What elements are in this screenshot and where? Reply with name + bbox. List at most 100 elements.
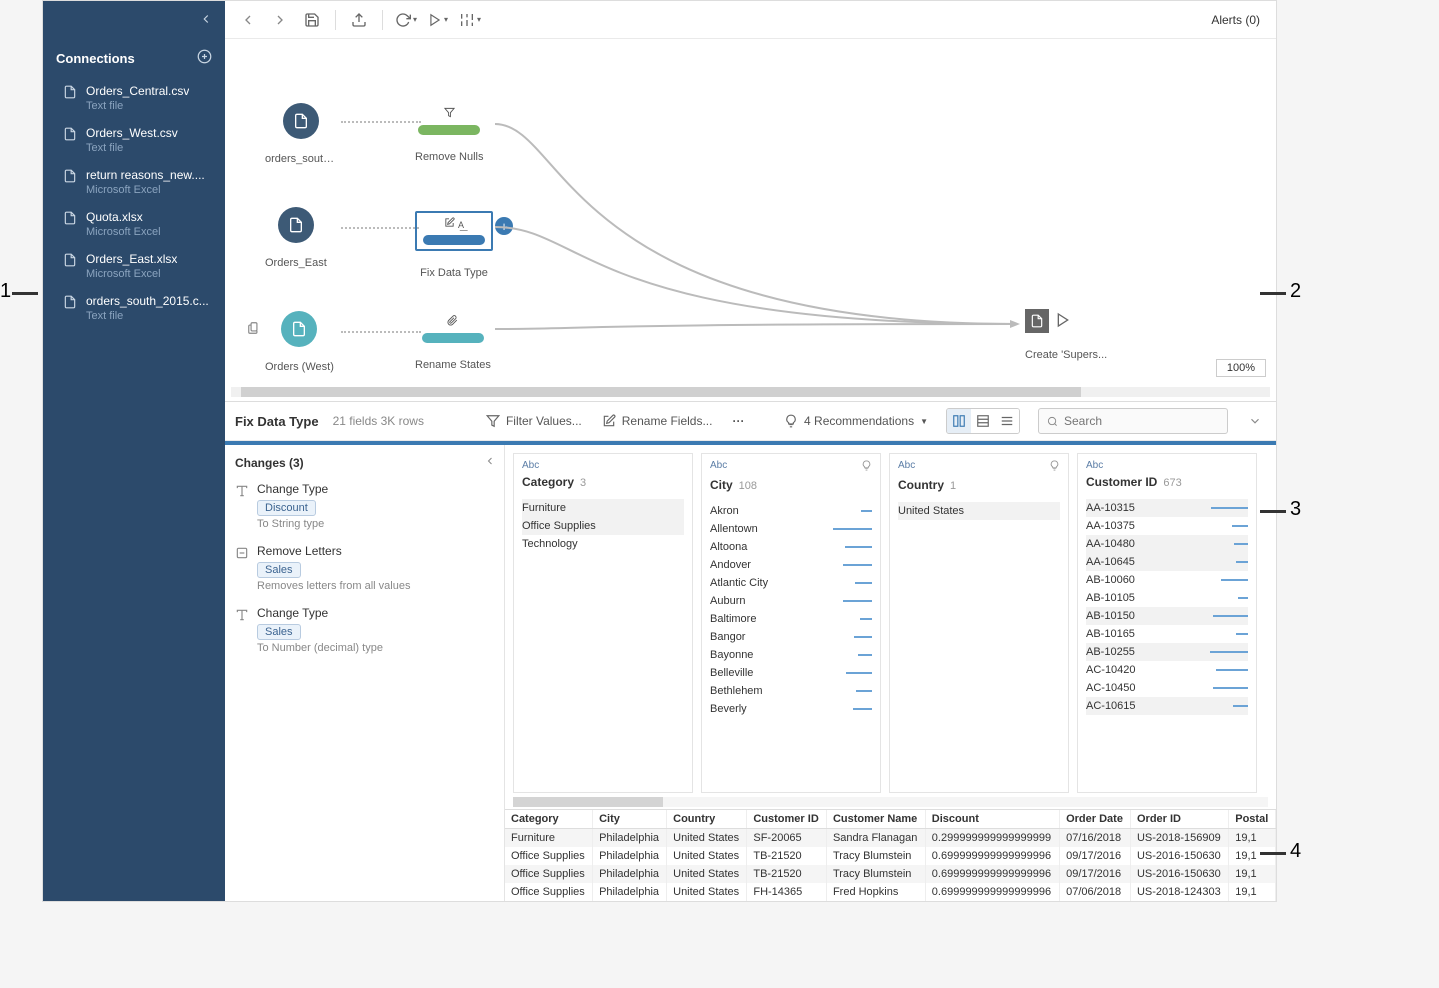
step-subtitle: 21 fields 3K rows	[333, 414, 424, 428]
profile-card[interactable]: Abc Customer ID673 AA-10315AA-10375AA-10…	[1077, 453, 1257, 793]
settings-sliders-button[interactable]: ▾	[457, 7, 483, 33]
grid-header[interactable]: Order Date	[1060, 810, 1131, 829]
add-connection-icon[interactable]	[197, 49, 212, 67]
annotation-2: 2	[1290, 280, 1301, 303]
profile-value[interactable]: Akron	[710, 502, 872, 520]
profile-value[interactable]: Office Supplies	[522, 517, 684, 535]
profile-scrollbar[interactable]	[513, 797, 1268, 807]
view-list-icon[interactable]	[971, 409, 995, 433]
grid-header[interactable]: Discount	[925, 810, 1059, 829]
connection-item[interactable]: Quota.xlsxMicrosoft Excel	[43, 203, 225, 245]
grid-header[interactable]: City	[593, 810, 667, 829]
rename-fields-button[interactable]: Rename Fields...	[596, 412, 719, 430]
grid-header[interactable]: Customer ID	[747, 810, 827, 829]
change-item[interactable]: Remove LettersSalesRemoves letters from …	[235, 544, 496, 592]
run-output-icon[interactable]	[1055, 312, 1071, 331]
grid-header[interactable]: Country	[667, 810, 747, 829]
profile-value[interactable]: Beverly	[710, 700, 872, 718]
collapse-changes-icon[interactable]	[484, 455, 496, 470]
table-row[interactable]: Office SuppliesPhiladelphiaUnited States…	[505, 847, 1276, 865]
step-toolbar: Fix Data Type 21 fields 3K rows Filter V…	[225, 401, 1276, 441]
profile-value[interactable]: AA-10645	[1086, 553, 1248, 571]
flow-input-node[interactable]: orders_south_...	[265, 103, 337, 165]
profile-value[interactable]: AB-10165	[1086, 625, 1248, 643]
alerts-indicator[interactable]: Alerts (0)	[1211, 13, 1266, 27]
more-options-button[interactable]: ···	[726, 412, 750, 430]
profile-value[interactable]: AA-10480	[1086, 535, 1248, 553]
filter-values-button[interactable]: Filter Values...	[480, 412, 588, 430]
grid-header[interactable]: Category	[505, 810, 593, 829]
profile-value[interactable]: AA-10315	[1086, 499, 1248, 517]
profile-value[interactable]: Belleville	[710, 664, 872, 682]
publish-button[interactable]	[346, 7, 372, 33]
profile-value[interactable]: AB-10105	[1086, 589, 1248, 607]
profile-value[interactable]: Andover	[710, 556, 872, 574]
flow-input-node[interactable]: Orders (West)	[265, 311, 334, 373]
connection-item[interactable]: return reasons_new....Microsoft Excel	[43, 161, 225, 203]
profile-value[interactable]: Atlantic City	[710, 574, 872, 592]
profile-value[interactable]: Altoona	[710, 538, 872, 556]
change-item[interactable]: Change TypeSalesTo Number (decimal) type	[235, 606, 496, 654]
main: ▾ ▾ ▾ Alerts (0) + Create	[225, 1, 1276, 901]
run-button[interactable]: ▾	[425, 7, 451, 33]
save-button[interactable]	[299, 7, 325, 33]
profile-value[interactable]: AB-10255	[1086, 643, 1248, 661]
grid-header[interactable]: Customer Name	[826, 810, 925, 829]
connection-item[interactable]: Orders_Central.csvText file	[43, 77, 225, 119]
collapse-profile-icon[interactable]	[1242, 408, 1268, 434]
output-label: Create 'Supers...	[1025, 349, 1107, 361]
step-title: Fix Data Type	[235, 414, 319, 429]
output-node[interactable]: Create 'Supers...	[1025, 309, 1107, 361]
back-button[interactable]	[235, 7, 261, 33]
table-row[interactable]: Office SuppliesPhiladelphiaUnited States…	[505, 865, 1276, 883]
profile-value[interactable]: United States	[898, 502, 1060, 520]
profile-value[interactable]: AA-10375	[1086, 517, 1248, 535]
profile-card[interactable]: Abc Category3 FurnitureOffice SuppliesTe…	[513, 453, 693, 793]
collapse-sidebar-icon[interactable]	[199, 12, 213, 29]
profile-value[interactable]: Allentown	[710, 520, 872, 538]
grid-header[interactable]: Postal	[1229, 810, 1276, 829]
connection-item[interactable]: Orders_East.xlsxMicrosoft Excel	[43, 245, 225, 287]
connections-heading: Connections	[56, 51, 135, 66]
profile-value[interactable]: Furniture	[522, 499, 684, 517]
flow-step-node[interactable]: A͟Fix Data Type	[415, 211, 493, 279]
profile-value[interactable]: Technology	[522, 535, 684, 553]
profile-content: Changes (3) Change TypeDiscountTo String…	[225, 441, 1276, 901]
flow-step-node[interactable]: Remove Nulls	[415, 107, 483, 163]
view-grid-icon[interactable]	[995, 409, 1019, 433]
profile-card[interactable]: Abc City108 AkronAllentownAltoonaAndover…	[701, 453, 881, 793]
flow-input-node[interactable]: Orders_East	[265, 207, 327, 269]
change-item[interactable]: Change TypeDiscountTo String type	[235, 482, 496, 530]
profile-value[interactable]: Bayonne	[710, 646, 872, 664]
profile-value[interactable]: Auburn	[710, 592, 872, 610]
forward-button[interactable]	[267, 7, 293, 33]
view-profile-icon[interactable]	[947, 409, 971, 433]
flow-canvas[interactable]: + Create 'Supers... 100% orders_south_..…	[225, 39, 1276, 387]
profile-value[interactable]: AB-10060	[1086, 571, 1248, 589]
sidebar: Connections Orders_Central.csvText file …	[43, 1, 225, 901]
changes-pane: Changes (3) Change TypeDiscountTo String…	[225, 445, 505, 901]
flow-step-node[interactable]: Rename States	[415, 315, 491, 371]
connection-item[interactable]: orders_south_2015.c...Text file	[43, 287, 225, 329]
table-row[interactable]: Office SuppliesPhiladelphiaUnited States…	[505, 883, 1276, 901]
grid-header[interactable]: Order ID	[1130, 810, 1228, 829]
annotation-4: 4	[1290, 840, 1301, 863]
data-grid[interactable]: CategoryCityCountryCustomer IDCustomer N…	[505, 809, 1276, 901]
view-mode-toggle	[946, 408, 1020, 434]
profile-value[interactable]: AC-10450	[1086, 679, 1248, 697]
table-row[interactable]: FurniturePhiladelphiaUnited StatesSF-200…	[505, 829, 1276, 848]
recommendations-button[interactable]: 4 Recommendations ▼	[784, 414, 928, 428]
profile-value[interactable]: Baltimore	[710, 610, 872, 628]
profile-value[interactable]: AC-10615	[1086, 697, 1248, 715]
search-input[interactable]	[1038, 408, 1228, 434]
refresh-button[interactable]: ▾	[393, 7, 419, 33]
changes-heading: Changes (3)	[235, 456, 304, 470]
zoom-level[interactable]: 100%	[1216, 359, 1266, 377]
canvas-scrollbar[interactable]	[231, 387, 1270, 397]
profile-value[interactable]: AB-10150	[1086, 607, 1248, 625]
profile-value[interactable]: Bangor	[710, 628, 872, 646]
profile-value[interactable]: AC-10420	[1086, 661, 1248, 679]
profile-card[interactable]: Abc Country1 United States	[889, 453, 1069, 793]
profile-value[interactable]: Bethlehem	[710, 682, 872, 700]
connection-item[interactable]: Orders_West.csvText file	[43, 119, 225, 161]
